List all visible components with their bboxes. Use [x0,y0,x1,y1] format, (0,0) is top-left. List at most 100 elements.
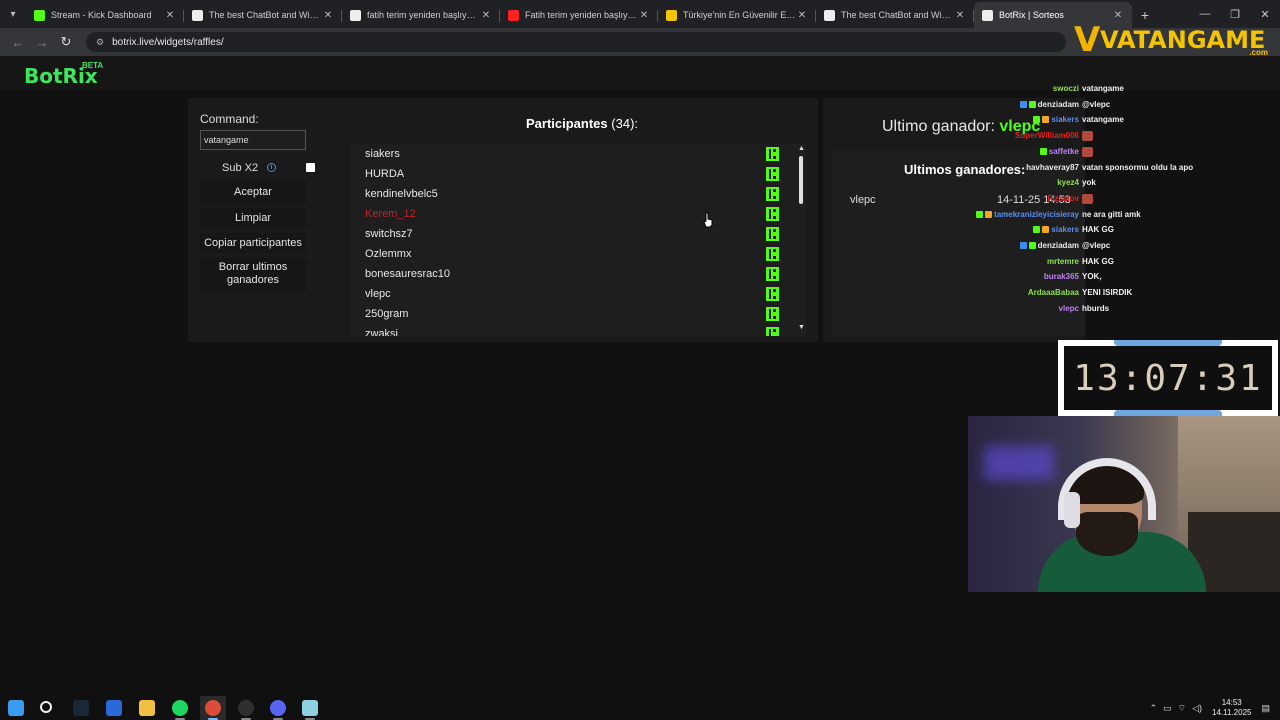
chat-message: SuperWilliam006 [960,131,1280,145]
chat-user-block: burak365 [1044,272,1079,281]
chat-message: kyez4 yok [960,178,1280,192]
close-tab-icon[interactable]: ✕ [164,10,176,21]
participants-list[interactable]: ▲ ▼ siakers HURDA kendinelvbelc5 Kerem_12 sw… [350,144,806,336]
tab-search-chevron-icon[interactable]: ▾ [0,0,26,28]
browser-tab[interactable]: Türkiye'nin En Güvenilir E-Pin s✕ [658,2,816,28]
accept-button[interactable]: Aceptar [200,182,306,202]
chat-user-block: swoczi [1053,84,1079,93]
participant-name: zwaksi [365,328,399,336]
participant-name: bonesauresrac10 [365,268,451,280]
participant-row[interactable]: zwaksi [350,326,790,336]
site-info-icon[interactable]: ⚙ [96,37,104,48]
chat-username: saffetke [1048,146,1079,156]
sub-x2-checkbox[interactable] [306,163,315,172]
obs-icon[interactable] [238,700,254,716]
windows-taskbar: ⌃ ▭ ⌔ ◁) 14:53 14.11.2025 ▤ [0,696,1280,720]
participant-row[interactable]: bonesauresrac10 [350,266,790,286]
chat-text [1082,146,1093,159]
close-window-icon[interactable]: ✕ [1250,8,1280,21]
participant-row[interactable]: switchsz7 [350,226,790,246]
close-tab-icon[interactable]: ✕ [480,10,492,21]
close-tab-icon[interactable]: ✕ [1112,10,1124,21]
forward-icon[interactable]: → [30,35,54,50]
chat-badge-icon [1019,100,1027,108]
taskbar-clock[interactable]: 14:53 14.11.2025 [1212,698,1251,718]
botrix-icon [982,9,993,21]
restore-icon[interactable]: ❐ [1220,8,1250,21]
chat-message: swoczi vatangame [960,84,1280,98]
back-icon[interactable]: ← [6,35,30,50]
store-icon[interactable] [106,700,122,716]
scroll-thumb[interactable] [799,156,803,204]
app-icon[interactable] [302,700,318,716]
chat-text: HAK GG [1082,256,1114,266]
chat-message: Fizzatov [960,193,1280,208]
participant-row[interactable]: Ozlemmx [350,246,790,266]
browser-tab[interactable]: fatih terim yeniden başlıyoruz ✕ [342,2,500,28]
google-icon [350,9,361,21]
chat-message: ArdaaaBabaa YENI ISIRDIK [960,288,1280,302]
minimize-icon[interactable]: — [1190,8,1220,20]
info-icon[interactable]: i [267,163,276,172]
participants-scrollbar[interactable]: ▲ ▼ [796,144,806,336]
steam-icon[interactable] [73,700,89,716]
participant-row[interactable]: 250gram [350,306,790,326]
chat-badge-icon [1042,226,1050,234]
reload-icon[interactable]: ↻ [54,34,78,50]
discord-icon[interactable] [270,700,286,716]
participant-row[interactable]: HURDA [350,166,790,186]
webcam-feed [968,416,1280,592]
tray-chevron-icon[interactable]: ⌃ [1150,703,1158,714]
participant-row[interactable]: siakers [350,146,790,166]
clock-date: 14.11.2025 [1212,708,1252,717]
volume-icon[interactable]: ◁) [1192,703,1202,714]
chrome-icon[interactable] [205,700,221,716]
chat-text [1082,193,1093,206]
kick-icon [766,327,779,336]
close-tab-icon[interactable]: ✕ [638,10,650,21]
notifications-icon[interactable]: ▤ [1261,703,1270,714]
url-bar[interactable]: ⚙ botrix.live/widgets/raffles/ [86,32,1066,52]
close-tab-icon[interactable]: ✕ [322,10,334,21]
chat-username: SuperWilliam006 [1015,131,1079,141]
botrix-icon [824,9,835,21]
files-icon[interactable] [139,700,155,716]
chat-badge-icon [1028,100,1036,108]
vatangame-icon [666,9,677,21]
participant-name: Ozlemmx [365,248,412,260]
command-input[interactable]: vatangame [200,130,306,150]
browser-tab[interactable]: Stream - Kick Dashboard ✕ [26,2,184,28]
clear-button[interactable]: Limpiar [200,208,306,228]
participant-row[interactable]: kendinelvbelc5 [350,186,790,206]
chat-text: hburds [1082,303,1110,313]
wifi-icon[interactable]: ⌔ [1178,703,1186,714]
browser-tab[interactable]: The best ChatBot and Widgets ✕ [184,2,342,28]
network-icon[interactable]: ▭ [1163,703,1172,714]
close-tab-icon[interactable]: ✕ [796,10,808,21]
browser-tab[interactable]: Fatih terim yeniden başlıyoruz ✕ [500,2,658,28]
browser-tab[interactable]: The best ChatBot and Widgets ✕ [816,2,974,28]
sub-x2-label: Sub X2 [222,162,259,174]
copy-participants-button[interactable]: Copiar participantes [200,233,306,253]
beta-badge: BETA [82,61,104,70]
chat-user-block: vlepc [1059,304,1079,313]
scroll-up-icon[interactable]: ▲ [798,145,805,152]
participant-row[interactable]: Kerem_12 [350,206,790,226]
delete-winners-button[interactable]: Borrar ultimos ganadores [200,258,306,290]
kick-icon [766,167,779,181]
command-label: Command: [200,112,259,126]
scroll-down-icon[interactable]: ▼ [798,324,805,331]
kick-icon [766,147,779,161]
vatangame-v-mark: V [1074,20,1101,60]
kick-icon [766,307,779,321]
search-icon[interactable] [40,701,52,713]
participant-row[interactable]: vlepc [350,286,790,306]
chat-message: vlepc hburds [960,304,1280,318]
close-tab-icon[interactable]: ✕ [954,10,966,21]
kick-icon [34,9,45,21]
participant-name: HURDA [365,168,405,180]
chat-badge-icon [976,210,984,218]
tab-title: Türkiye'nin En Güvenilir E-Pin s [683,10,796,20]
windows-icon[interactable] [8,700,24,716]
spotify-icon[interactable] [172,700,188,716]
